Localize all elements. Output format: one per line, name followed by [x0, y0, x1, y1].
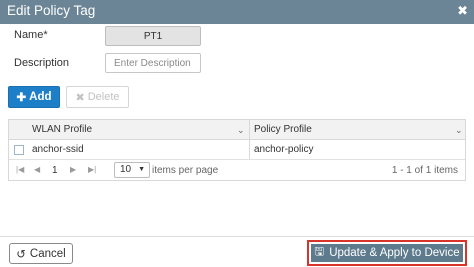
- policy-profile-cell: anchor-policy: [254, 144, 314, 155]
- name-label: Name*: [14, 29, 48, 41]
- chevron-down-icon[interactable]: ⌄: [237, 125, 245, 136]
- items-per-page-label: items per page: [152, 165, 219, 176]
- column-header-policy-profile[interactable]: Policy Profile: [254, 124, 312, 135]
- page-size-select[interactable]: 10 ▼: [114, 162, 150, 178]
- chevron-down-icon[interactable]: ⌄: [455, 125, 463, 136]
- wlan-profile-cell: anchor-ssid: [32, 144, 84, 155]
- undo-icon: ↺: [16, 248, 26, 261]
- current-page-number: 1: [52, 165, 58, 176]
- cancel-button[interactable]: ↺ Cancel: [9, 243, 73, 264]
- table-header: WLAN Profile ⌄ Policy Profile ⌄: [9, 120, 465, 140]
- add-button-label: Add: [29, 91, 52, 103]
- times-icon: ✖: [75, 91, 85, 104]
- dialog-footer: ↺ Cancel 🖫 Update & Apply to Device: [0, 236, 474, 267]
- first-page-icon[interactable]: |◀: [16, 165, 24, 174]
- dialog-title: Edit Policy Tag: [7, 3, 96, 18]
- next-page-icon[interactable]: ▶: [70, 165, 76, 174]
- description-label: Description: [14, 57, 70, 69]
- delete-button[interactable]: ✖ Delete: [66, 86, 129, 108]
- close-icon[interactable]: ✖: [457, 3, 468, 19]
- apply-button-highlight: 🖫 Update & Apply to Device: [307, 240, 467, 266]
- row-checkbox[interactable]: [14, 145, 24, 155]
- page-size-value: 10: [120, 164, 132, 175]
- delete-button-label: Delete: [87, 91, 120, 103]
- pagination-summary: 1 - 1 of 1 items: [391, 165, 458, 176]
- policy-mapping-table: WLAN Profile ⌄ Policy Profile ⌄ anchor-s…: [8, 119, 466, 181]
- last-page-icon[interactable]: ▶|: [88, 165, 96, 174]
- cancel-button-label: Cancel: [29, 247, 66, 260]
- name-field[interactable]: [105, 26, 201, 46]
- plus-icon: ✚: [16, 92, 27, 104]
- table-row[interactable]: anchor-ssid anchor-policy: [9, 141, 465, 159]
- caret-down-icon: ▼: [138, 166, 145, 173]
- column-header-wlan-profile[interactable]: WLAN Profile: [32, 124, 92, 135]
- dialog-title-bar: Edit Policy Tag ✖: [0, 0, 474, 24]
- pagination-bar: |◀ ◀ 1 ▶ ▶| 10 ▼ items per page 1 - 1 of…: [9, 159, 465, 180]
- save-icon: 🖫: [314, 245, 325, 258]
- update-apply-button[interactable]: 🖫 Update & Apply to Device: [311, 244, 463, 262]
- add-button[interactable]: ✚ Add: [8, 86, 60, 108]
- update-apply-button-label: Update & Apply to Device: [329, 247, 460, 259]
- previous-page-icon[interactable]: ◀: [34, 165, 40, 174]
- description-field[interactable]: [105, 53, 201, 73]
